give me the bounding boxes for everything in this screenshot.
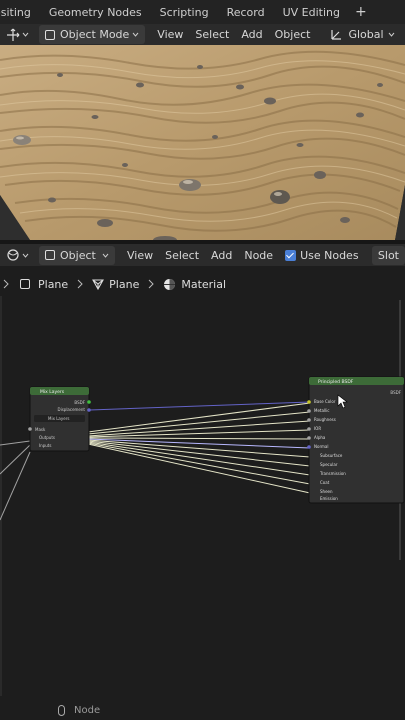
input-normal: Normal (314, 444, 328, 449)
principled-bsdf-node[interactable]: Principled BSDF BSDF Base Color Metallic… (307, 376, 405, 504)
tab-scripting[interactable]: Scripting (151, 6, 218, 19)
input-roughness: Roughness (314, 417, 336, 422)
breadcrumb-material[interactable]: Material (163, 278, 226, 291)
chevron-down-icon (102, 253, 109, 258)
output-bsdf-socket[interactable] (87, 400, 91, 404)
output-bsdf-label: BSDF (74, 400, 85, 405)
chevron-down-icon (22, 32, 29, 37)
output-bsdf-label: BSDF (390, 390, 401, 395)
use-nodes-label: Use Nodes (300, 248, 359, 262)
output-displacement-label: Displacement (58, 407, 86, 412)
sand-plane-render (0, 45, 405, 240)
object-icon (45, 250, 55, 260)
panel-subsurface: Subsurface (320, 453, 343, 458)
status-bar: Node (0, 700, 405, 720)
slot-dropdown[interactable]: Slot (371, 245, 405, 265)
use-nodes-toggle[interactable]: Use Nodes (279, 246, 365, 265)
menu-add[interactable]: Add (235, 25, 268, 44)
menu-object[interactable]: Object (269, 25, 317, 44)
node-title: Principled BSDF (318, 379, 354, 385)
move-gizmo-icon (7, 28, 20, 41)
snap-button[interactable] (401, 25, 405, 44)
input-mask-label: Mask (35, 427, 46, 432)
viewport-header: Object Mode View Select Add Object Globa… (0, 24, 405, 45)
workspace-tabs-bar: ositing Geometry Nodes Scripting Record … (0, 0, 405, 24)
chevron-right-icon (3, 279, 9, 289)
input-socket[interactable] (307, 400, 311, 404)
object-mode-label: Object Mode (60, 28, 130, 41)
mix-layers-node[interactable]: Mix Layers BSDF Displacement Mix Layers … (28, 386, 91, 452)
input-socket[interactable] (307, 418, 311, 422)
shader-type-label: Object (60, 248, 96, 262)
breadcrumb-object[interactable]: Plane (20, 278, 68, 291)
object-icon (20, 279, 30, 289)
mesh-data-icon (92, 279, 105, 290)
menu-node[interactable]: Node (238, 246, 279, 265)
menu-select[interactable]: Select (189, 25, 235, 44)
panel-transmission: Transmission (319, 471, 346, 476)
menu-view[interactable]: View (121, 246, 159, 265)
panel-specular: Specular (320, 462, 338, 467)
status-hint: Node (74, 704, 101, 716)
output-displacement-socket[interactable] (87, 408, 91, 412)
transform-gizmo-button[interactable] (0, 25, 35, 44)
input-socket[interactable] (307, 409, 311, 413)
node-graph: Mix Layers BSDF Displacement Mix Layers … (0, 296, 405, 696)
menu-view[interactable]: View (151, 25, 189, 44)
use-nodes-checkbox[interactable] (285, 249, 297, 261)
node-editor-header: Object View Select Add Node Use Nodes Sl… (0, 244, 405, 266)
tab-record[interactable]: Record (218, 6, 274, 19)
input-mask-socket[interactable] (28, 427, 32, 431)
menu-add[interactable]: Add (205, 246, 238, 265)
breadcrumb: Plane Plane Material (0, 272, 405, 296)
editor-type-button[interactable] (0, 246, 35, 265)
add-workspace-button[interactable]: + (349, 4, 373, 20)
tab-geometry-nodes[interactable]: Geometry Nodes (40, 6, 151, 19)
breadcrumb-mesh[interactable]: Plane (92, 278, 139, 291)
left-edge (0, 296, 2, 696)
node-editor-type-icon (7, 249, 19, 261)
breadcrumb-mesh-label: Plane (109, 277, 140, 291)
panel-coat: Coat (320, 480, 330, 485)
input-ior: IOR (314, 426, 321, 431)
group-name-field: Mix Layers (48, 416, 69, 421)
breadcrumb-material-label: Material (181, 277, 227, 291)
3d-viewport[interactable] (0, 45, 405, 240)
input-socket[interactable] (307, 427, 311, 431)
object-mode-dropdown[interactable]: Object Mode (39, 25, 146, 44)
menu-select[interactable]: Select (159, 246, 205, 265)
input-socket[interactable] (307, 436, 311, 440)
chevron-down-icon (22, 253, 29, 258)
tab-uv-editing[interactable]: UV Editing (274, 6, 349, 19)
object-mode-icon (45, 29, 55, 40)
input-socket[interactable] (307, 445, 311, 449)
chevron-right-icon (148, 279, 155, 289)
shader-type-dropdown[interactable]: Object (39, 245, 115, 265)
orientation-label: Global (348, 28, 384, 41)
node-title: Mix Layers (40, 389, 65, 395)
panel-inputs-label: Inputs (39, 443, 51, 448)
chevron-down-icon (388, 32, 394, 37)
panel-outputs-label: Outputs (39, 435, 55, 440)
input-base-color: Base Color (314, 399, 336, 404)
tab-compositing[interactable]: ositing (0, 6, 40, 19)
mouse-icon (58, 704, 65, 716)
panel-sheen: Sheen (320, 489, 333, 494)
transform-orientation-dropdown[interactable]: Global (324, 25, 400, 44)
material-icon (164, 278, 176, 290)
input-alpha: Alpha (314, 435, 326, 440)
node-editor-canvas[interactable]: Mix Layers BSDF Displacement Mix Layers … (0, 296, 405, 696)
panel-emission: Emission (320, 496, 338, 501)
chevron-right-icon (77, 279, 83, 289)
chevron-down-icon (132, 32, 139, 37)
breadcrumb-object-label: Plane (38, 277, 69, 291)
input-metallic: Metallic (314, 408, 329, 413)
orientation-icon (331, 30, 342, 40)
